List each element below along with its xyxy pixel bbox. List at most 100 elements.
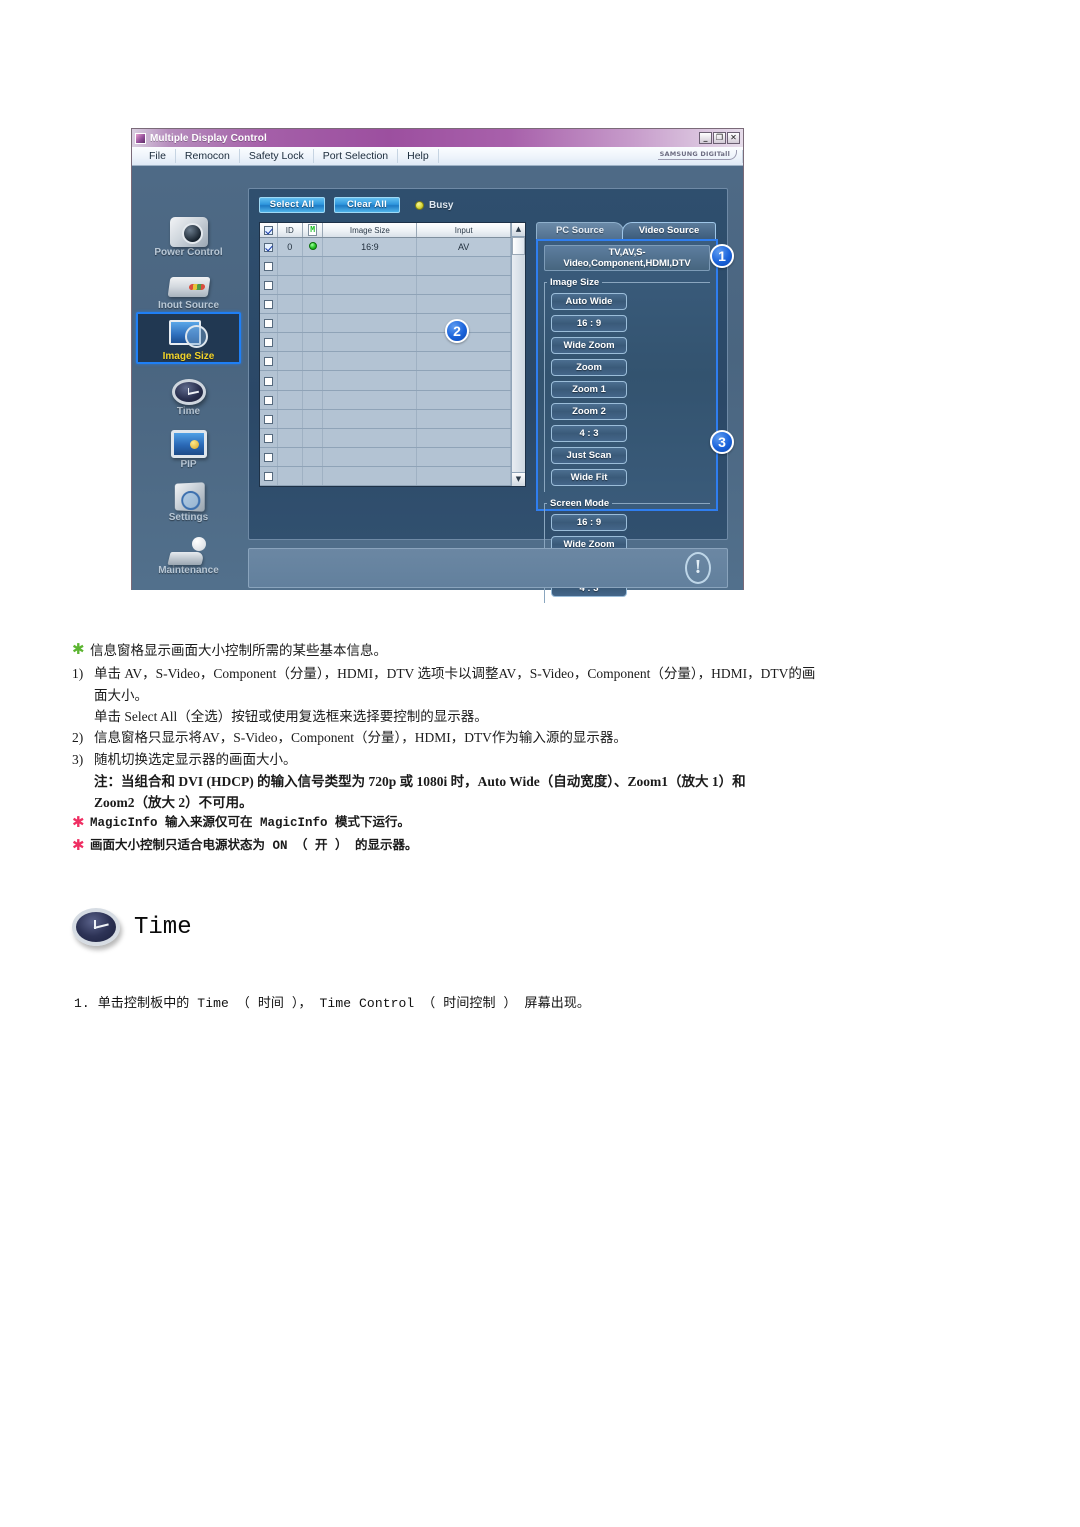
input-source-icon: [167, 268, 210, 302]
table-body: 0 16:9 AV: [260, 237, 511, 487]
multiple-display-control-window: Multiple Display Control _ ❐ ✕ File Remo…: [131, 128, 744, 603]
exclamation-icon: !: [685, 552, 711, 584]
window-body: Power Control Inout Source Image Size Ti…: [132, 166, 743, 603]
numbered-item-3-text: 随机切换选定显示器的画面大小。: [94, 752, 297, 767]
row-checkbox-icon[interactable]: [263, 262, 273, 272]
row-checkbox-icon[interactable]: [263, 376, 273, 386]
row-checkbox-cell[interactable]: [260, 428, 278, 448]
row-checkbox-icon[interactable]: [263, 357, 273, 367]
sidebar-item-image-size[interactable]: Image Size: [136, 312, 241, 364]
row-checkbox-cell[interactable]: [260, 409, 278, 429]
table-row[interactable]: [260, 390, 511, 410]
scroll-up-arrow-icon[interactable]: ▲: [512, 223, 525, 237]
image-size-just-scan-button[interactable]: Just Scan: [551, 447, 627, 464]
row-checkbox-cell[interactable]: [260, 332, 278, 353]
row-checkbox-icon[interactable]: [263, 471, 273, 481]
numbered-item-2-text: 信息窗格只显示将AV，S-Video，Component（分量），HDMI，DT…: [94, 730, 627, 745]
image-size-16-9-button[interactable]: 16 : 9: [551, 315, 627, 332]
row-checkbox-cell[interactable]: [260, 466, 278, 487]
minimize-button[interactable]: _: [699, 132, 712, 144]
numbered-item-1-marker: 1): [72, 666, 84, 681]
image-size-zoom-1-button[interactable]: Zoom 1: [551, 381, 627, 398]
tab-pc-source[interactable]: PC Source: [536, 222, 624, 239]
row-checkbox-cell[interactable]: [260, 370, 278, 391]
menu-item-port-selection[interactable]: Port Selection: [314, 149, 399, 163]
image-size-zoom-button[interactable]: Zoom: [551, 359, 627, 376]
row-checkbox-cell[interactable]: [260, 313, 278, 334]
row-checkbox-icon[interactable]: [263, 395, 273, 405]
row-checkbox-icon[interactable]: [263, 452, 273, 462]
table-row[interactable]: [260, 351, 511, 372]
numbered-item-3: 3) 随机切换选定显示器的画面大小。: [72, 749, 1012, 770]
sidebar-item-maintenance[interactable]: Maintenance: [136, 524, 241, 576]
row-checkbox-icon[interactable]: [263, 281, 273, 291]
table-row[interactable]: [260, 370, 511, 391]
note-line-1: 注：当组合和 DVI (HDCP) 的输入信号类型为 720p 或 1080i …: [94, 774, 746, 789]
note-bullet-2: ✱ MagicInfo 输入来源仅可在 MagicInfo 模式下运行。: [72, 813, 1012, 834]
window-controls: _ ❐ ✕: [699, 132, 740, 144]
row-input: [416, 275, 511, 296]
row-checkbox-icon[interactable]: [263, 414, 273, 424]
table-row[interactable]: [260, 447, 511, 467]
busy-led-icon: [415, 200, 424, 210]
image-size-auto-wide-button[interactable]: Auto Wide: [551, 293, 627, 310]
row-checkbox-icon[interactable]: [263, 433, 273, 443]
sidebar-item-power-control[interactable]: Power Control: [136, 206, 241, 258]
sidebar-item-input-source[interactable]: Inout Source: [136, 259, 241, 311]
clear-all-button[interactable]: Clear All: [334, 197, 400, 213]
scroll-thumb[interactable]: [512, 237, 525, 255]
table-row[interactable]: [260, 256, 511, 277]
header-magicinfo: M: [302, 223, 324, 238]
row-checkbox-icon[interactable]: [263, 243, 273, 253]
row-power-led: [302, 256, 324, 277]
row-checkbox-cell[interactable]: [260, 237, 278, 258]
table-row[interactable]: [260, 428, 511, 448]
row-checkbox-cell[interactable]: [260, 390, 278, 410]
table-row[interactable]: [260, 313, 511, 334]
menu-item-file[interactable]: File: [140, 149, 176, 163]
table-row[interactable]: [260, 275, 511, 296]
header-checkbox-icon[interactable]: [263, 225, 273, 235]
row-checkbox-icon[interactable]: [263, 319, 273, 329]
grid-scrollbar[interactable]: ▲ ▼: [511, 223, 525, 486]
image-size-wide-fit-button[interactable]: Wide Fit: [551, 469, 627, 486]
image-size-wide-zoom-button[interactable]: Wide Zoom: [551, 337, 627, 354]
table-row[interactable]: [260, 466, 511, 487]
power-on-led-icon: [308, 242, 317, 251]
row-checkbox-cell[interactable]: [260, 351, 278, 372]
display-grid[interactable]: ID M Image Size Input 0 16:9 AV ▲ ▼: [259, 222, 526, 487]
select-all-button[interactable]: Select All: [259, 197, 325, 213]
row-checkbox-cell[interactable]: [260, 294, 278, 315]
busy-label: Busy: [429, 199, 454, 211]
row-checkbox-icon[interactable]: [263, 338, 273, 348]
sidebar-item-pip[interactable]: PIP: [136, 418, 241, 470]
table-row[interactable]: [260, 294, 511, 315]
row-id: [277, 294, 303, 315]
header-select-all-checkbox[interactable]: [260, 223, 278, 238]
sidebar-item-settings[interactable]: Settings: [136, 471, 241, 523]
row-checkbox-cell[interactable]: [260, 256, 278, 277]
source-panel: PC Source Video Source TV,AV,S-Video,Com…: [536, 222, 718, 603]
maximize-button[interactable]: ❐: [713, 132, 726, 144]
screen-mode-16-9-button[interactable]: 16 : 9: [551, 514, 627, 531]
header-image-size: Image Size: [322, 223, 418, 238]
row-checkbox-cell[interactable]: [260, 275, 278, 296]
table-row[interactable]: [260, 332, 511, 353]
image-size-zoom-2-button[interactable]: Zoom 2: [551, 403, 627, 420]
row-checkbox-icon[interactable]: [263, 300, 273, 310]
row-checkbox-cell[interactable]: [260, 447, 278, 467]
table-row[interactable]: 0 16:9 AV: [260, 237, 511, 258]
table-row[interactable]: [260, 409, 511, 429]
menu-item-remocon[interactable]: Remocon: [176, 149, 240, 163]
close-button[interactable]: ✕: [727, 132, 740, 144]
tab-video-source[interactable]: Video Source: [622, 222, 716, 239]
time-section-heading: Time: [72, 908, 192, 946]
green-star-icon: ✱: [72, 640, 85, 658]
scroll-down-arrow-icon[interactable]: ▼: [512, 472, 525, 486]
image-size-4-3-button[interactable]: 4 : 3: [551, 425, 627, 442]
menu-item-safety-lock[interactable]: Safety Lock: [240, 149, 314, 163]
row-image-size: [322, 409, 418, 429]
callout-badge-3: 3: [710, 430, 734, 454]
menu-item-help[interactable]: Help: [398, 149, 439, 163]
sidebar-item-time[interactable]: Time: [136, 365, 241, 417]
